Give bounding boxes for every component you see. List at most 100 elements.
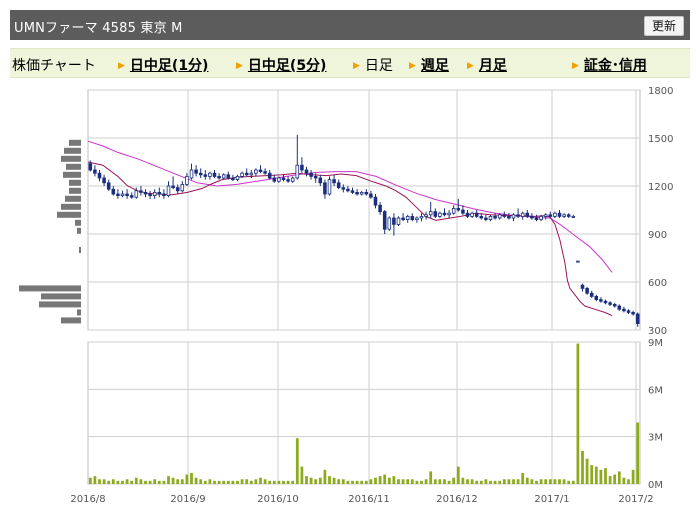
x-tick-label: 2017/2: [618, 494, 653, 505]
volume-bar: [447, 480, 451, 484]
candle-body: [231, 177, 235, 180]
candle-body: [562, 214, 566, 217]
price-tick-label: 1200: [648, 182, 673, 193]
volume-bar: [286, 480, 290, 484]
tab-stock-chart: 株価チャート: [12, 58, 96, 74]
candle-body: [612, 303, 617, 307]
volume-bar: [498, 480, 502, 484]
volume-bar: [604, 468, 607, 484]
volume-bar: [208, 479, 212, 484]
candlestick: [465, 210, 470, 218]
tab-intraday-1min[interactable]: ▶ 日中足(1分): [118, 55, 208, 75]
volume-bar: [544, 479, 548, 484]
candle-body: [162, 193, 166, 196]
volume-bar: [226, 480, 230, 484]
candle-body: [332, 179, 336, 184]
volume-bar: [309, 477, 313, 484]
candle-body: [548, 214, 553, 217]
candle-body: [290, 177, 295, 182]
x-tick-label: 2016/10: [257, 494, 299, 505]
candle-body: [152, 192, 157, 197]
price-volume-profile-bar: [57, 211, 81, 218]
candlestick: [272, 174, 277, 183]
volume-bar: [167, 476, 170, 484]
price-tick-label: 900: [648, 230, 667, 241]
volume-bar: [190, 472, 193, 484]
volume-bar: [484, 479, 488, 484]
candlestick: [106, 179, 111, 191]
candlestick: [631, 310, 635, 316]
candlestick: [336, 179, 341, 190]
candle-body: [106, 182, 111, 190]
candle-body: [557, 212, 562, 217]
volume-bar: [558, 479, 561, 484]
candle-body: [350, 190, 355, 193]
volume-bar: [98, 479, 101, 484]
volume-bar: [622, 477, 626, 484]
volume-bar: [374, 477, 377, 484]
volume-bar: [249, 480, 253, 484]
tab-monthly[interactable]: ▶ 月足: [467, 55, 507, 75]
candlestick: [382, 210, 387, 234]
candle-body: [263, 171, 267, 174]
candle-body: [507, 215, 511, 219]
volume-bar: [576, 343, 580, 484]
tab-margin-credit[interactable]: ▶ 証金･信用: [572, 55, 647, 75]
tab-intraday-5min[interactable]: ▶ 日中足(5分): [236, 55, 326, 75]
volume-bar: [185, 474, 189, 484]
candlestick: [594, 294, 599, 302]
refresh-button[interactable]: 更新: [643, 16, 684, 36]
price-volume-profile-bar: [79, 247, 81, 253]
candle-body: [419, 215, 424, 219]
candle-body: [428, 211, 433, 216]
tab-weekly[interactable]: ▶ 週足: [409, 55, 449, 75]
candle-body: [267, 172, 272, 179]
candle-body: [120, 193, 125, 196]
price-volume-profile-bar: [19, 285, 81, 292]
volume-bar: [383, 474, 387, 484]
candlestick: [198, 168, 203, 178]
volume-bar: [148, 480, 152, 484]
volume-bar: [323, 469, 327, 484]
candle-body: [608, 302, 612, 305]
candle-body: [318, 177, 323, 184]
price-volume-profile-bar: [69, 179, 81, 186]
candle-body: [461, 209, 465, 214]
volume-bar: [479, 480, 483, 484]
price-volume-profile-bar: [63, 171, 81, 178]
tab-daily: ▶ 日足: [353, 58, 393, 74]
volume-bar: [438, 479, 442, 484]
volume-bar: [608, 476, 612, 484]
volume-bar: [355, 480, 359, 484]
candlestick: [203, 170, 208, 180]
volume-bar: [553, 479, 557, 484]
candle-body: [626, 310, 631, 313]
volume-bar: [617, 471, 621, 484]
candlestick: [332, 174, 336, 186]
arrow-icon: ▶: [353, 61, 360, 71]
candle-body: [438, 212, 442, 217]
candle-body: [530, 215, 534, 219]
volume-bar: [245, 479, 249, 484]
volume-bar: [314, 479, 318, 484]
candlestick: [231, 174, 235, 182]
volume-bar: [397, 479, 400, 484]
candlestick: [373, 194, 378, 209]
volume-bar: [502, 479, 506, 484]
candlestick: [419, 213, 424, 222]
candle-body: [277, 177, 281, 182]
candlestick: [484, 214, 488, 222]
candlestick: [599, 297, 603, 303]
candle-body: [622, 308, 626, 312]
candlestick: [171, 176, 175, 190]
candle-body: [433, 211, 438, 217]
candlestick: [396, 216, 401, 226]
price-volume-profile-bar: [75, 219, 81, 226]
volume-bar: [466, 479, 469, 484]
volume-bar: [171, 477, 175, 484]
candle-body: [185, 176, 189, 185]
candlestick: [129, 192, 134, 199]
candle-body: [286, 179, 290, 182]
arrow-icon: ▶: [409, 61, 416, 71]
volume-bar: [493, 480, 497, 484]
